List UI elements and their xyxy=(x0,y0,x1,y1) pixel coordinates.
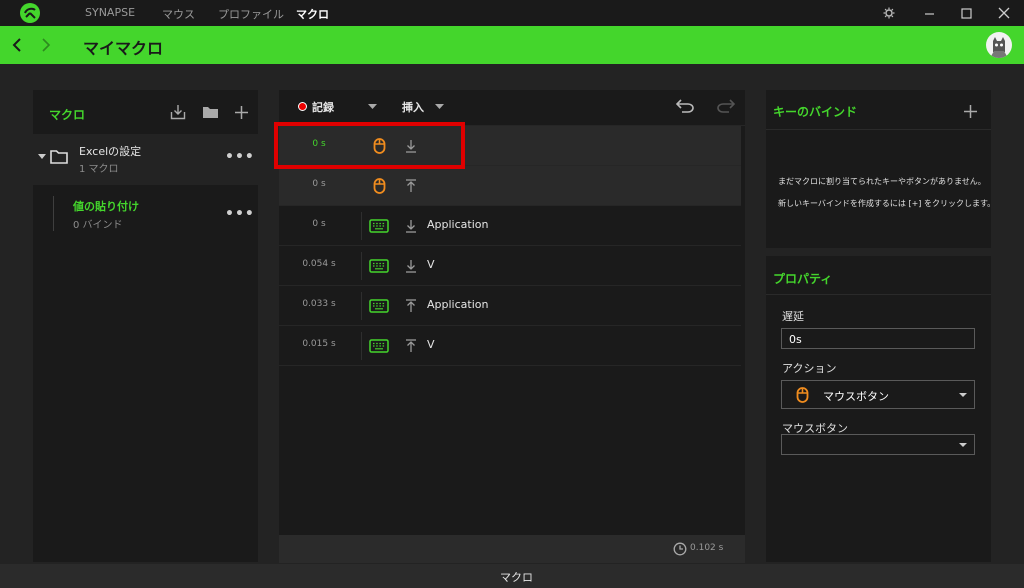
keyboard-icon xyxy=(367,335,391,357)
folder-icon xyxy=(50,150,68,164)
record-button[interactable]: 記録 xyxy=(312,99,334,115)
delay-input[interactable]: 0s xyxy=(781,328,975,349)
keyboard-icon xyxy=(367,255,391,277)
keybind-empty-line1: まだマクロに割り当てられたキーやボタンがありません。 xyxy=(778,177,986,186)
chevron-down-icon xyxy=(959,393,967,397)
macro-event-row[interactable]: 0.015 s V xyxy=(279,326,741,366)
back-arrow-icon[interactable] xyxy=(8,36,26,54)
macro-bind-count: 0 バインド xyxy=(73,220,123,231)
forward-arrow-icon[interactable] xyxy=(37,36,55,54)
close-icon[interactable] xyxy=(986,0,1022,26)
total-time: 0.102 s xyxy=(690,543,724,553)
key-down-arrow-icon xyxy=(403,216,419,236)
razer-logo-icon xyxy=(20,3,40,23)
event-key-label: Application xyxy=(427,298,489,311)
bottom-bar: マクロ xyxy=(0,564,1024,588)
divider xyxy=(766,129,991,130)
macro-event-row[interactable]: 0.054 s V xyxy=(279,246,741,286)
import-icon[interactable] xyxy=(169,103,187,121)
delay-label: 遅延 xyxy=(782,310,804,323)
event-delay: 0.054 s xyxy=(302,259,336,269)
divider xyxy=(361,212,362,240)
chevron-down-icon xyxy=(959,443,967,447)
delay-value: 0s xyxy=(789,333,802,346)
key-up-arrow-icon xyxy=(403,336,419,356)
key-up-arrow-icon xyxy=(403,176,419,196)
key-up-arrow-icon xyxy=(403,296,419,316)
tab-mouse[interactable]: マウス xyxy=(162,6,195,22)
page-title: マイマクロ xyxy=(83,39,164,58)
maximize-icon[interactable] xyxy=(948,0,984,26)
properties-panel xyxy=(766,256,991,562)
macro-event-row[interactable]: 0.033 s Application xyxy=(279,286,741,326)
folder-more-button[interactable]: ••• xyxy=(225,149,255,165)
divider xyxy=(361,292,362,320)
event-delay: 0 s xyxy=(312,179,326,189)
tab-profile[interactable]: プロファイル xyxy=(218,6,284,22)
event-key-label: V xyxy=(427,338,435,351)
divider xyxy=(361,252,362,280)
redo-icon[interactable] xyxy=(715,96,737,116)
mouse-icon xyxy=(796,387,809,403)
action-value: マウスボタン xyxy=(823,390,889,403)
page-header: マイマクロ xyxy=(0,26,1024,64)
add-keybind-icon[interactable] xyxy=(961,102,979,120)
insert-button[interactable]: 挿入 xyxy=(402,99,424,115)
minimize-icon[interactable] xyxy=(911,0,947,26)
keybind-panel-title: キーのバインド xyxy=(773,105,858,119)
event-delay: 0 s xyxy=(312,219,326,229)
tree-line xyxy=(53,196,54,231)
mouse-button-select[interactable] xyxy=(781,434,975,455)
folder-name: Excelの設定 xyxy=(79,145,142,158)
settings-gear-icon[interactable] xyxy=(871,0,907,26)
highlight-box xyxy=(274,122,465,169)
caret-down-icon[interactable] xyxy=(38,154,46,160)
action-select[interactable]: マウスボタン xyxy=(781,380,975,409)
record-dropdown-icon[interactable] xyxy=(368,104,377,110)
keyboard-icon xyxy=(367,215,391,237)
macro-event-row[interactable]: 0 s xyxy=(279,166,741,206)
record-dot-icon xyxy=(298,102,307,111)
macro-more-button[interactable]: ••• xyxy=(225,206,255,222)
macros-panel-title: マクロ xyxy=(49,108,86,122)
undo-icon[interactable] xyxy=(674,96,696,116)
event-delay: 0.015 s xyxy=(302,339,336,349)
footer-label: マクロ xyxy=(500,571,533,584)
properties-panel-title: プロパティ xyxy=(773,272,833,286)
divider xyxy=(766,294,991,295)
macro-name: 値の貼り付け xyxy=(73,200,139,213)
macro-event-row[interactable]: 0 s Application xyxy=(279,206,741,246)
keyboard-icon xyxy=(367,295,391,317)
tab-synapse[interactable]: SYNAPSE xyxy=(85,6,135,19)
clock-icon xyxy=(673,542,687,556)
divider xyxy=(361,332,362,360)
folder-add-icon[interactable] xyxy=(201,103,219,121)
title-bar: SYNAPSE マウス プロファイル マクロ xyxy=(0,0,1024,26)
folder-macro-count: 1 マクロ xyxy=(79,164,119,175)
event-delay: 0.033 s xyxy=(302,299,336,309)
action-label: アクション xyxy=(782,362,837,375)
mouse-icon xyxy=(367,175,391,197)
keybind-empty-line2: 新しいキーバインドを作成するには [+] をクリックします。 xyxy=(778,199,996,208)
add-macro-icon[interactable] xyxy=(232,103,250,121)
tab-macro[interactable]: マクロ xyxy=(296,6,329,22)
folder-row[interactable]: Excelの設定 1 マクロ ••• xyxy=(33,134,258,185)
key-down-arrow-icon xyxy=(403,256,419,276)
insert-dropdown-icon[interactable] xyxy=(435,104,444,110)
user-avatar[interactable] xyxy=(986,32,1012,58)
event-key-label: V xyxy=(427,258,435,271)
macro-item[interactable]: 値の貼り付け 0 バインド ••• xyxy=(33,186,258,242)
event-key-label: Application xyxy=(427,218,489,231)
